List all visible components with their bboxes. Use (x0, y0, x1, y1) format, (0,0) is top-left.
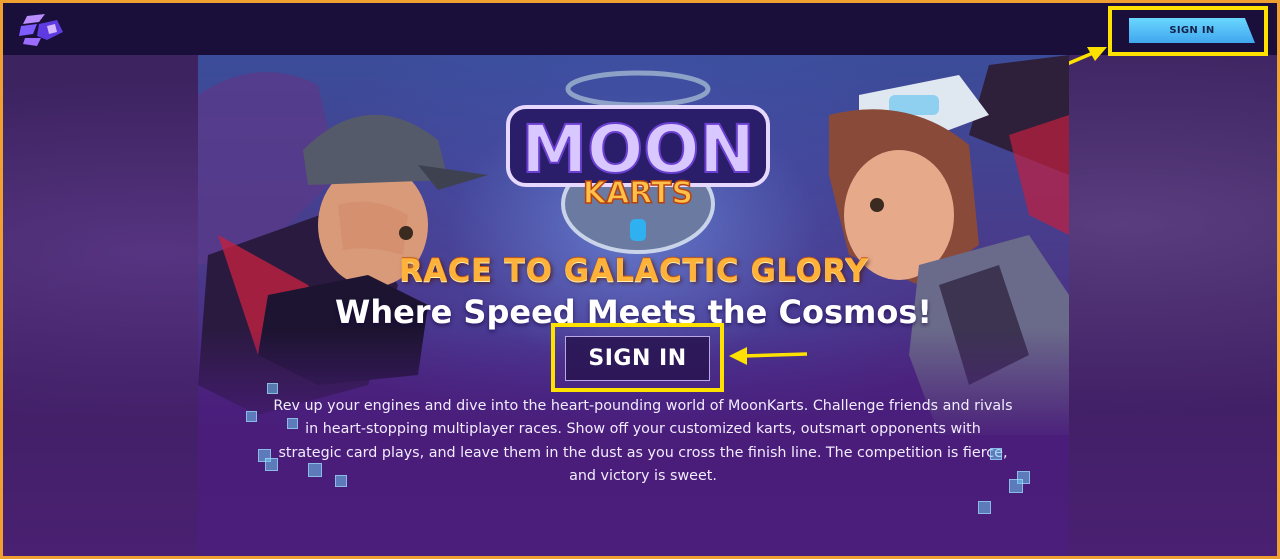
decorative-pixel (267, 383, 278, 394)
moonkarts-game-logo: MOON KARTS (506, 70, 770, 254)
decorative-pixel (246, 411, 257, 422)
decorative-pixel (265, 458, 278, 471)
hero-tagline: RACE TO GALACTIC GLORY (398, 253, 869, 289)
header-signin-button[interactable]: SIGN IN (1129, 18, 1255, 43)
description-line: and victory is sweet. (569, 468, 717, 485)
description-line: Rev up your engines and dive into the he… (273, 398, 1013, 414)
description-line: in heart-stopping multiplayer races. Sho… (305, 421, 981, 438)
decorative-pixel (335, 475, 347, 487)
decorative-pixel (287, 418, 298, 429)
game-logo-line2: KARTS (583, 176, 693, 211)
decorative-pixel (990, 448, 1002, 460)
arrow-pointer-icon (729, 347, 808, 365)
decorative-pixel (978, 501, 991, 514)
hero-signin-button[interactable]: SIGN IN (565, 336, 710, 381)
description-line: strategic card plays, and leave them in … (278, 444, 1008, 461)
page-frame: SIGN IN MOON KARTS RACE TO GALACTIC GLOR… (0, 0, 1280, 559)
decorative-pixel (308, 463, 322, 477)
site-logo-icon[interactable] (17, 12, 67, 48)
decorative-pixel (1009, 479, 1023, 493)
hero-description: Rev up your engines and dive into the he… (273, 395, 1013, 489)
